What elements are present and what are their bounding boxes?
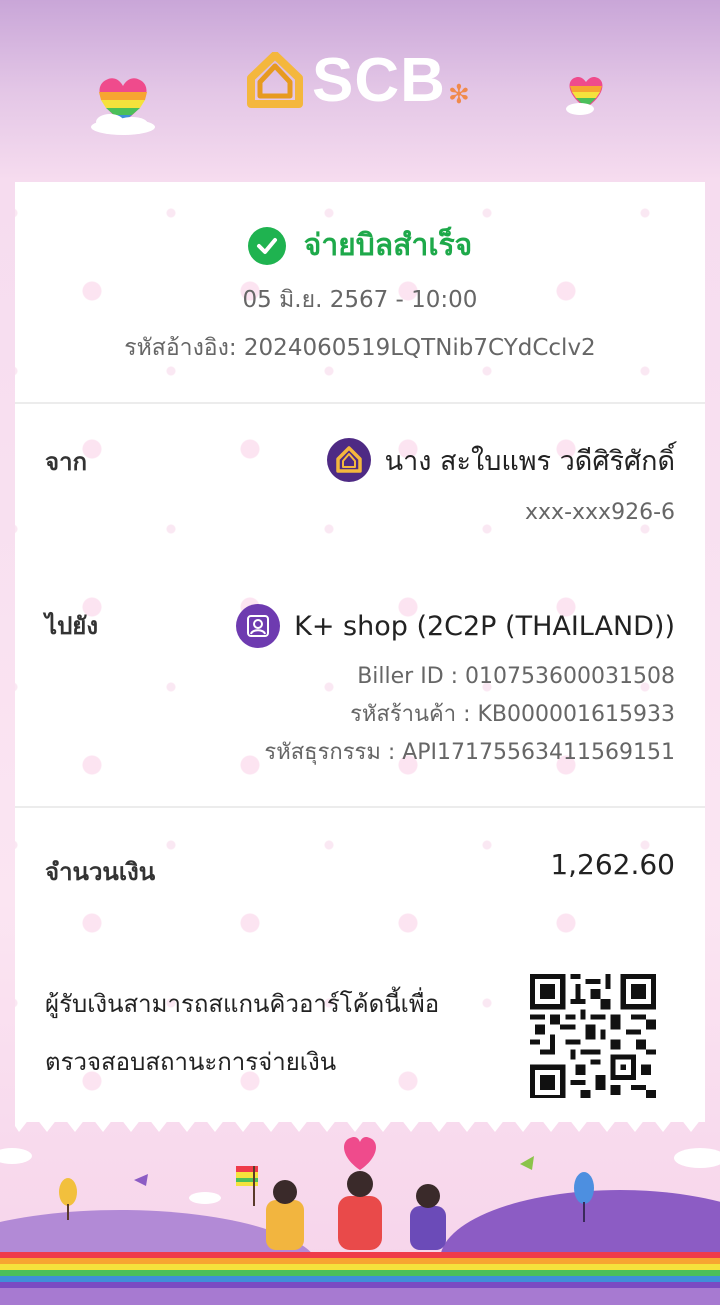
to-section: K+ shop (2C2P (THAILAND)) Biller ID : 01…: [236, 604, 675, 772]
scb-logo-text: SCB: [312, 46, 446, 115]
amount-value: 1,262.60: [550, 848, 675, 881]
qr-instruction: ผู้รับเงินสามารถสแกนคิวอาร์โค้ดนี้เพื่อ …: [45, 975, 439, 1091]
divider: [15, 402, 705, 404]
status-text: จ่ายบิลสำเร็จ: [303, 228, 473, 263]
merchant-icon: [236, 604, 281, 648]
sender-account: xxx-xxx926-6: [525, 500, 675, 525]
sparkle-icon: ✻: [448, 80, 470, 110]
rainbow-heart-icon: [91, 78, 155, 135]
pride-illustration: [0, 1136, 720, 1305]
check-circle-icon: [247, 226, 286, 265]
to-label: ไปยัง: [45, 612, 99, 640]
qr-instruction-line-1: ผู้รับเงินสามารถสแกนคิวอาร์โค้ดนี้เพื่อ: [45, 990, 440, 1018]
recipient-name: K+ shop (2C2P (THAILAND)): [294, 610, 675, 642]
transaction-code: รหัสธุรกรรม : API17175563411569151: [264, 740, 675, 765]
divider: [15, 806, 705, 808]
header: SCB ✻: [0, 0, 720, 182]
rainbow-heart-icon: [566, 76, 603, 115]
from-label: จาก: [45, 448, 88, 476]
from-section: นาง สะใบแพร วดีศิริศักดิ์ xxx-xxx926-6: [326, 438, 675, 532]
merchant-code: รหัสร้านค้า : KB000001615933: [350, 702, 675, 727]
transaction-datetime: 05 มิ.ย. 2567 - 10:00: [242, 287, 478, 313]
biller-id: Biller ID : 010753600031508: [357, 664, 675, 689]
qr-instruction-line-2: ตรวจสอบสถานะการจ่ายเงิน: [45, 1048, 337, 1076]
qr-code-icon[interactable]: [530, 974, 656, 1100]
scb-logo: SCB: [246, 46, 446, 115]
amount-label: จำนวนเงิน: [45, 858, 156, 886]
scb-logo-icon: [326, 438, 371, 482]
receipt-card: จ่ายบิลสำเร็จ 05 มิ.ย. 2567 - 10:00 รหัส…: [15, 182, 705, 1122]
status-row: จ่ายบิลสำเร็จ: [15, 222, 705, 269]
scb-logo-icon: [247, 52, 303, 108]
reference-number: รหัสอ้างอิง: 2024060519LQTNib7CYdCclv2: [124, 335, 596, 361]
sender-name: นาง สะใบแพร วดีศิริศักดิ์: [384, 445, 675, 477]
